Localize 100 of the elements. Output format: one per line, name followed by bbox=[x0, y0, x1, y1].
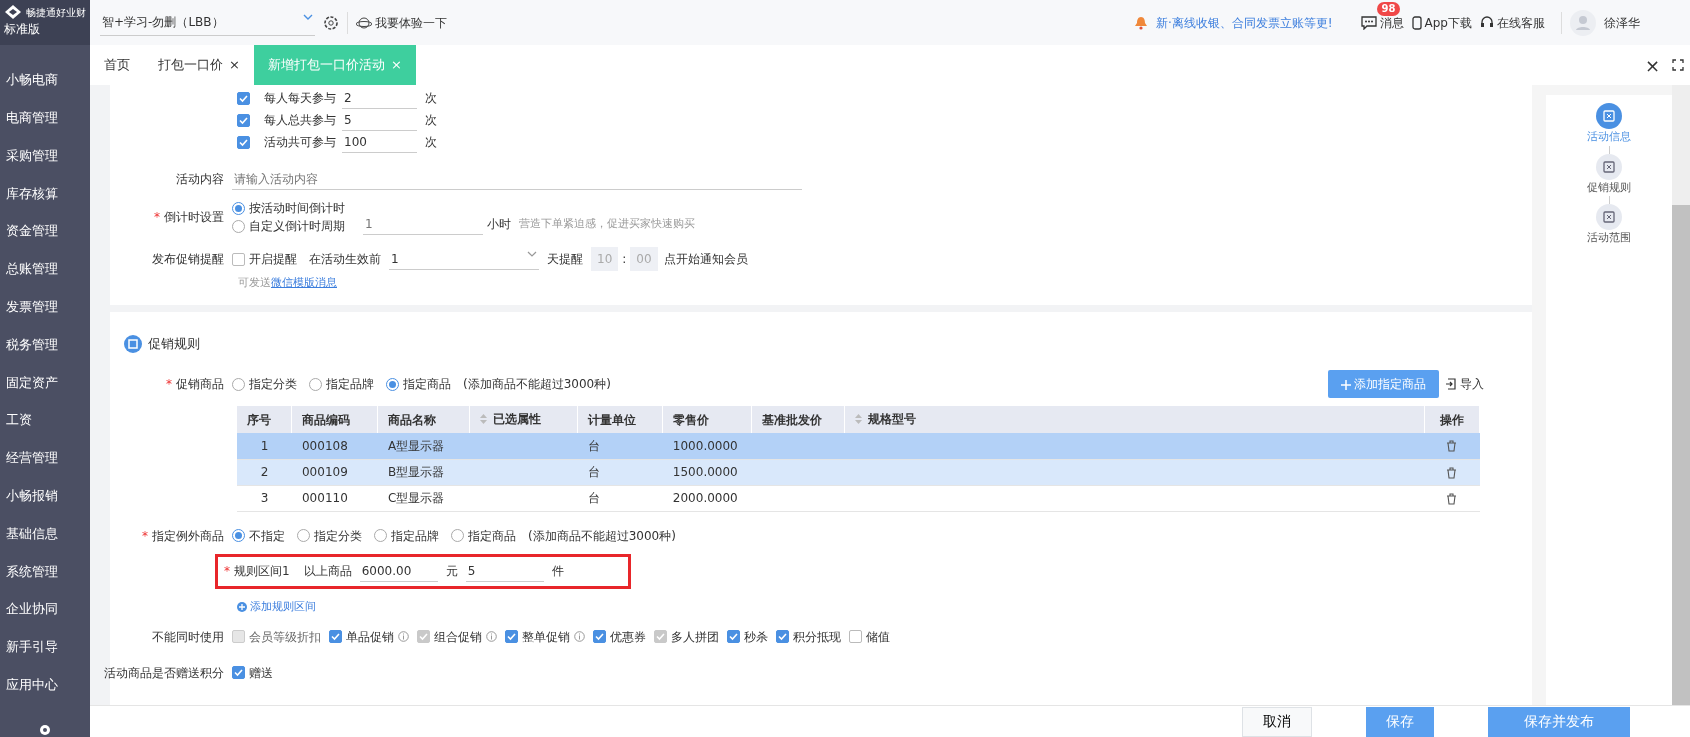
step-item[interactable]: 促销规则 bbox=[1587, 153, 1631, 196]
info-icon bbox=[398, 631, 409, 643]
app-download-link[interactable]: App下载 bbox=[1411, 13, 1472, 32]
radio-button[interactable] bbox=[386, 377, 399, 391]
sidebar-item[interactable]: 应用中心 bbox=[6, 674, 58, 695]
sidebar-item[interactable]: 小畅电商 bbox=[6, 70, 58, 90]
radio-button[interactable] bbox=[232, 529, 245, 542]
sidebar-item[interactable]: 固定资产 bbox=[6, 372, 58, 392]
sidebar-item[interactable]: 采购管理 bbox=[6, 145, 58, 166]
field-label: 促销商品 bbox=[176, 377, 224, 391]
step-item[interactable]: 活动范围 bbox=[1587, 204, 1631, 247]
cancel-button[interactable]: 取消 bbox=[1242, 706, 1312, 737]
checkbox[interactable] bbox=[237, 135, 250, 149]
settings-icon[interactable] bbox=[38, 723, 52, 737]
checkbox[interactable] bbox=[232, 666, 245, 680]
scrollbar-thumb[interactable] bbox=[1672, 205, 1690, 705]
content-field[interactable]: 请输入活动内容 bbox=[232, 168, 802, 190]
sidebar-item[interactable]: 新手引导 bbox=[6, 637, 58, 657]
sidebar-item[interactable]: 发票管理 bbox=[6, 296, 58, 317]
support-link[interactable]: 在线客服 bbox=[1480, 13, 1545, 32]
step-item[interactable]: 活动信息 bbox=[1587, 103, 1631, 146]
logo-icon bbox=[4, 4, 22, 20]
option-label: 赠送 bbox=[249, 664, 273, 682]
sidebar-item[interactable]: 电商管理 bbox=[6, 107, 58, 128]
number-field[interactable]: 1 bbox=[363, 213, 483, 235]
try-link[interactable]: 我要体验一下 bbox=[356, 13, 447, 32]
column-header: 基准批发价 bbox=[751, 406, 845, 433]
checkbox[interactable] bbox=[727, 630, 740, 644]
settings-icon[interactable] bbox=[323, 14, 339, 31]
tab[interactable]: 首页 bbox=[90, 45, 144, 85]
trash-icon[interactable] bbox=[1446, 466, 1458, 479]
notice-link[interactable]: 新·离线收银、合同发票立账等更! bbox=[1155, 13, 1333, 32]
fullscreen-icon[interactable] bbox=[1672, 59, 1684, 71]
number-field[interactable]: 100 bbox=[342, 131, 417, 153]
info-icon bbox=[486, 631, 497, 643]
checkbox[interactable] bbox=[232, 252, 245, 266]
radio-button[interactable] bbox=[309, 377, 322, 391]
number-field[interactable]: 2 bbox=[342, 87, 417, 109]
sidebar-item[interactable]: 库存核算 bbox=[6, 183, 58, 204]
radio-button[interactable] bbox=[232, 377, 245, 391]
sidebar-item[interactable]: 经营管理 bbox=[6, 448, 58, 468]
import-button[interactable]: 导入 bbox=[1445, 375, 1484, 393]
sidebar-item[interactable]: 资金管理 bbox=[6, 221, 58, 241]
column-header[interactable]: 已选属性 bbox=[469, 406, 578, 433]
table-cell: 台 bbox=[577, 433, 663, 459]
number-field[interactable]: 5 bbox=[342, 109, 417, 131]
days-select[interactable]: 1 bbox=[389, 248, 539, 270]
user-name[interactable]: 徐泽华 bbox=[1604, 13, 1640, 32]
required-asterisk: * bbox=[142, 528, 148, 543]
close-icon[interactable]: × bbox=[229, 55, 240, 75]
note-text: (添加商品不能超过3000种) bbox=[463, 376, 611, 393]
headset-icon bbox=[1480, 15, 1494, 30]
table-cell: 1 bbox=[237, 433, 292, 459]
radio-button[interactable] bbox=[232, 201, 245, 215]
checkbox[interactable] bbox=[329, 630, 342, 644]
field-text: 在活动生效前 bbox=[309, 251, 381, 268]
radio-button[interactable] bbox=[451, 529, 464, 542]
option-label: 按活动时间倒计时 bbox=[249, 200, 345, 217]
trash-icon[interactable] bbox=[1446, 492, 1458, 505]
close-icon[interactable]: × bbox=[1638, 45, 1666, 85]
template-link[interactable]: 微信模版消息 bbox=[271, 276, 337, 289]
checkbox[interactable] bbox=[776, 630, 789, 644]
sidebar-item[interactable]: 小畅报销 bbox=[6, 485, 58, 506]
count-field[interactable]: 5 bbox=[465, 560, 544, 582]
radio-button[interactable] bbox=[232, 219, 245, 233]
option-label: 多人拼团 bbox=[671, 628, 719, 646]
trash-icon[interactable] bbox=[1446, 440, 1458, 453]
sidebar-item[interactable]: 工资 bbox=[6, 410, 32, 430]
sidebar-item[interactable]: 总账管理 bbox=[6, 259, 58, 279]
field-label: 倒计时设置 bbox=[164, 210, 224, 224]
sidebar-item[interactable]: 系统管理 bbox=[6, 561, 58, 581]
tab[interactable]: 打包一口价 × bbox=[144, 45, 254, 85]
checkbox[interactable] bbox=[505, 630, 518, 644]
column-header[interactable]: 规格型号 bbox=[844, 406, 1425, 433]
table-cell: 000109 bbox=[292, 459, 378, 485]
sidebar-item[interactable]: 基础信息 bbox=[6, 523, 58, 544]
option-label: 积分抵现 bbox=[793, 628, 841, 646]
checkbox[interactable] bbox=[237, 113, 250, 127]
field-text: 以上商品 bbox=[303, 563, 352, 580]
field-text: 天提醒 bbox=[547, 251, 583, 268]
amount-field[interactable]: 6000.00 bbox=[359, 560, 438, 582]
required-asterisk: * bbox=[224, 564, 230, 578]
radio-button[interactable] bbox=[297, 529, 310, 542]
org-selector[interactable]: 智+学习-勿删（LBB） bbox=[100, 9, 315, 36]
checkbox[interactable] bbox=[237, 91, 250, 105]
table-cell: 000110 bbox=[292, 485, 378, 511]
checkbox[interactable] bbox=[849, 630, 862, 644]
radio-button[interactable] bbox=[374, 529, 387, 542]
add-interval-link[interactable]: 添加规则区间 bbox=[237, 598, 316, 615]
sidebar-item[interactable]: 企业协同 bbox=[6, 599, 58, 619]
option-label: 会员等级折扣 bbox=[249, 628, 321, 646]
option-label: 自定义倒计时周期 bbox=[249, 218, 345, 235]
table-cell: 2000.0000 bbox=[662, 485, 752, 511]
unit-label: 次 bbox=[425, 90, 437, 107]
sidebar-item[interactable]: 税务管理 bbox=[6, 334, 58, 355]
checkbox[interactable] bbox=[593, 630, 606, 644]
phone-icon bbox=[1411, 15, 1422, 30]
messages-button[interactable]: 消息 bbox=[1360, 13, 1404, 32]
table-cell: 1000.0000 bbox=[662, 433, 752, 459]
table-cell: 台 bbox=[577, 459, 663, 485]
